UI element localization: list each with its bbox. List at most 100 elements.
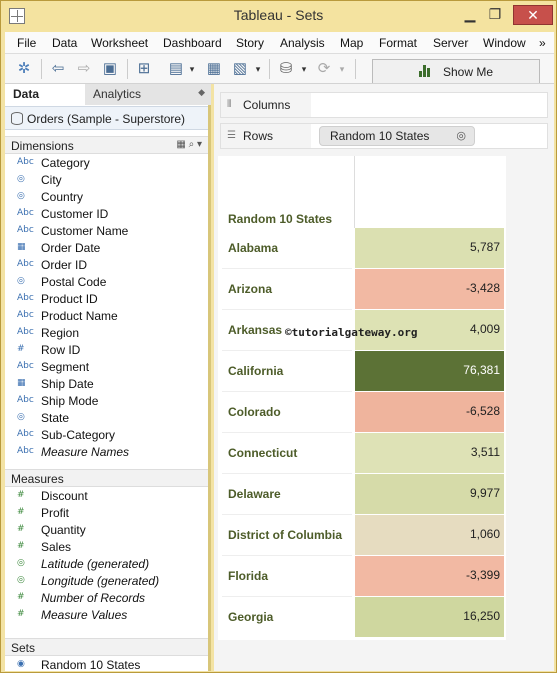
field-item[interactable]: Abc Product Name bbox=[5, 308, 205, 325]
menu-story[interactable]: Story bbox=[236, 36, 264, 50]
profit-value: 1,060 bbox=[469, 527, 500, 541]
menu-server[interactable]: Server bbox=[433, 36, 468, 50]
field-item[interactable]: # Number of Records bbox=[5, 590, 205, 607]
maximize-button[interactable]: ❐ bbox=[485, 5, 505, 25]
profit-cell[interactable]: -3,428 bbox=[355, 269, 504, 309]
menu-worksheet[interactable]: Worksheet bbox=[91, 36, 148, 50]
geo-globe-icon: ◎ bbox=[17, 174, 25, 184]
field-item[interactable]: Abc Customer ID bbox=[5, 206, 205, 223]
profit-cell[interactable]: 3,511 bbox=[355, 433, 504, 473]
undo-icon[interactable]: ⇦ bbox=[49, 60, 67, 78]
field-item[interactable]: # Profit bbox=[5, 505, 205, 522]
field-item[interactable]: ◉ Random 10 States bbox=[5, 657, 205, 673]
field-item[interactable]: ◎ Country bbox=[5, 189, 205, 206]
menu-data[interactable]: Data bbox=[52, 36, 77, 50]
field-label: Number of Records bbox=[41, 591, 146, 605]
rows-icon: ☰ bbox=[227, 130, 236, 141]
field-item[interactable]: ◎ State bbox=[5, 410, 205, 427]
search-icon[interactable]: ⌕ bbox=[189, 139, 195, 150]
field-label: Row ID bbox=[41, 343, 81, 357]
row-state-label[interactable]: District of Columbia bbox=[228, 528, 342, 542]
menu-format[interactable]: Format bbox=[379, 36, 417, 50]
profit-cell[interactable]: 76,381 bbox=[355, 351, 504, 391]
field-item[interactable]: # Row ID bbox=[5, 342, 205, 359]
show-me-label: Show Me bbox=[443, 65, 494, 79]
field-item[interactable]: # Discount bbox=[5, 488, 205, 505]
profit-cell[interactable]: -3,399 bbox=[355, 556, 504, 596]
columns-shelf[interactable]: ⦀ Columns bbox=[220, 92, 548, 118]
chevron-down-icon[interactable]: ▾ bbox=[249, 60, 267, 78]
save-icon[interactable]: ▣ bbox=[101, 60, 119, 78]
field-item[interactable]: ◎ Latitude (generated) bbox=[5, 556, 205, 573]
field-item[interactable]: Abc Ship Mode bbox=[5, 393, 205, 410]
row-state-label[interactable]: Florida bbox=[228, 569, 268, 583]
field-item[interactable]: ▦ Ship Date bbox=[5, 376, 205, 393]
minimize-button[interactable]: ▁ bbox=[460, 5, 480, 25]
menu-dashboard[interactable]: Dashboard bbox=[163, 36, 222, 50]
row-state-label[interactable]: Alabama bbox=[228, 241, 278, 255]
row-divider bbox=[222, 309, 352, 310]
field-item[interactable]: # Sales bbox=[5, 539, 205, 556]
menu-file[interactable]: File bbox=[17, 36, 36, 50]
field-item[interactable]: ◎ Postal Code bbox=[5, 274, 205, 291]
tab-data[interactable]: Data bbox=[5, 84, 85, 105]
chevron-down-icon[interactable]: ▾ bbox=[295, 60, 313, 78]
profit-cell[interactable]: 9,977 bbox=[355, 474, 504, 514]
rows-shelf[interactable]: ☰ Rows Random 10 States ◎ bbox=[220, 123, 548, 149]
profit-cell[interactable]: -6,528 bbox=[355, 392, 504, 432]
field-item[interactable]: # Measure Values bbox=[5, 607, 205, 624]
datasource-item[interactable]: Orders (Sample - Superstore) bbox=[5, 106, 208, 130]
field-item[interactable]: # Quantity bbox=[5, 522, 205, 539]
field-item[interactable]: ▦ Order Date bbox=[5, 240, 205, 257]
field-item[interactable]: Abc Customer Name bbox=[5, 223, 205, 240]
field-item[interactable]: Abc Sub-Category bbox=[5, 427, 205, 444]
row-state-label[interactable]: Colorado bbox=[228, 405, 281, 419]
dimensions-tools: ▦ ⌕ ▾ bbox=[176, 139, 202, 150]
profit-cell[interactable]: 1,060 bbox=[355, 515, 504, 555]
row-state-label[interactable]: Arizona bbox=[228, 282, 272, 296]
clear-sheet-icon[interactable]: ▧ bbox=[231, 60, 249, 78]
view-list-icon[interactable]: ▦ bbox=[176, 139, 185, 150]
tableau-home-icon[interactable]: ✲ bbox=[15, 60, 33, 78]
new-data-source-icon[interactable]: ⊞ bbox=[135, 60, 153, 78]
field-item[interactable]: Abc Segment bbox=[5, 359, 205, 376]
data-source-cylinder-icon[interactable]: ⛁ bbox=[277, 60, 295, 78]
rows-pill[interactable]: Random 10 States ◎ bbox=[319, 126, 475, 146]
menu-analysis[interactable]: Analysis bbox=[280, 36, 325, 50]
row-state-label[interactable]: Georgia bbox=[228, 610, 273, 624]
profit-cell[interactable]: 16,250 bbox=[355, 597, 504, 637]
field-item[interactable]: ◎ City bbox=[5, 172, 205, 189]
show-me-button[interactable]: Show Me bbox=[372, 59, 540, 83]
row-state-label[interactable]: Connecticut bbox=[228, 446, 297, 460]
field-label: Customer Name bbox=[41, 224, 129, 238]
row-state-label[interactable]: California bbox=[228, 364, 283, 378]
columns-icon: ⦀ bbox=[227, 99, 232, 110]
set-icon: ◉ bbox=[17, 659, 25, 669]
field-item[interactable]: Abc Product ID bbox=[5, 291, 205, 308]
chevron-down-icon[interactable]: ▾ bbox=[183, 60, 201, 78]
field-item[interactable]: Abc Order ID bbox=[5, 257, 205, 274]
chevron-down-icon[interactable]: ▾ bbox=[333, 60, 351, 78]
duplicate-sheet-icon[interactable]: ▦ bbox=[205, 60, 223, 78]
field-label: City bbox=[41, 173, 62, 187]
refresh-icon[interactable]: ⟳ bbox=[315, 60, 333, 78]
menu-map[interactable]: Map bbox=[340, 36, 363, 50]
menu-window[interactable]: Window bbox=[483, 36, 526, 50]
field-item[interactable]: ◎ Longitude (generated) bbox=[5, 573, 205, 590]
tab-analytics[interactable]: Analytics ◆ bbox=[85, 84, 211, 105]
data-pane: Data Analytics ◆ Orders (Sample - Superst… bbox=[5, 84, 211, 673]
row-state-label[interactable]: Arkansas bbox=[228, 323, 282, 337]
field-item[interactable]: Abc Region bbox=[5, 325, 205, 342]
profit-cell[interactable]: 5,787 bbox=[355, 228, 504, 268]
chevron-down-icon[interactable]: ▾ bbox=[197, 139, 202, 150]
close-button[interactable]: ✕ bbox=[513, 5, 553, 25]
redo-icon[interactable]: ⇨ bbox=[75, 60, 93, 78]
menu-overflow[interactable]: » bbox=[539, 36, 546, 50]
field-item[interactable]: Abc Category bbox=[5, 155, 205, 172]
toolbar-separator bbox=[355, 59, 356, 79]
datasource-label: Orders (Sample - Superstore) bbox=[27, 112, 186, 126]
pane-toggle-icon[interactable]: ◆ bbox=[198, 87, 205, 98]
shelves-area: ⦀ Columns ☰ Rows Random 10 States ◎ bbox=[214, 84, 554, 156]
row-state-label[interactable]: Delaware bbox=[228, 487, 281, 501]
field-item[interactable]: Abc Measure Names bbox=[5, 444, 205, 461]
